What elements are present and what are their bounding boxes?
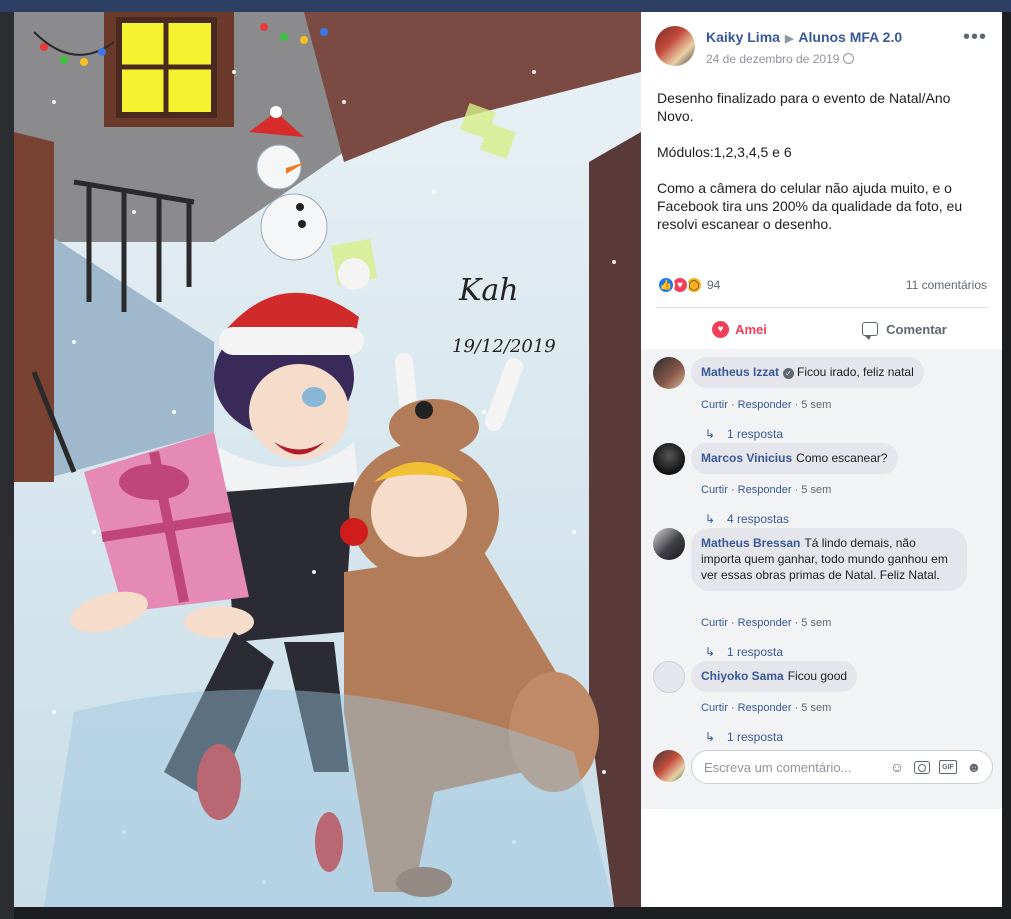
comment-bubble: Matheus Izzat ✓ Ficou irado, feliz natal (691, 357, 924, 388)
comment-input[interactable]: Escreva um comentário... ☺ GIF ☻ (691, 750, 993, 784)
post-actions: ♥ Amei Comentar (657, 313, 987, 345)
like-icon: 👍 (657, 276, 675, 294)
comment-time[interactable]: 5 sem (801, 702, 831, 714)
emoji-icon[interactable]: ☺ (889, 759, 905, 775)
separator: · (791, 399, 802, 411)
reply-arrow-icon: ↳ (705, 427, 716, 441)
like-comment-link[interactable]: Curtir (701, 484, 728, 496)
comment-composer: Escreva um comentário... ☺ GIF ☻ (653, 750, 993, 784)
like-comment-link[interactable]: Curtir (701, 702, 728, 714)
comment-bubble: Matheus Bressan Tá lindo demais, não impo… (691, 528, 967, 591)
comment-text: Ficou irado, feliz natal (797, 365, 914, 379)
more-icon[interactable]: ••• (963, 27, 987, 47)
commenter-avatar[interactable] (653, 443, 685, 475)
reply-link[interactable]: Responder (738, 702, 792, 714)
comment-label: Comentar (886, 321, 947, 337)
separator: · (727, 702, 738, 714)
replies-count: 1 resposta (727, 645, 784, 659)
sticker-icon[interactable]: ☻ (966, 759, 982, 775)
comment-time[interactable]: 5 sem (801, 484, 831, 496)
reaction-count[interactable]: 94 (707, 278, 720, 292)
post-panel: Kaiky Lima ▶ Alunos MFA 2.0 24 de dezembro… (641, 12, 1002, 907)
commenter-avatar[interactable] (653, 528, 685, 560)
comment-meta: Curtir · Responder · 5 sem (701, 399, 831, 411)
post-date[interactable]: 24 de dezembro de 2019 (706, 52, 839, 66)
comment-time[interactable]: 5 sem (801, 617, 831, 629)
commenter-name[interactable]: Marcos Vinicius (701, 451, 792, 465)
view-replies-link[interactable]: ↳ 1 resposta (705, 427, 783, 441)
view-replies-link[interactable]: ↳ 1 resposta (705, 645, 783, 659)
love-label: Amei (735, 321, 767, 337)
view-replies-link[interactable]: ↳ 4 respostas (705, 512, 789, 526)
replies-count: 1 resposta (727, 427, 784, 441)
comment-meta: Curtir · Responder · 5 sem (701, 617, 831, 629)
verified-badge-icon: ✓ (783, 368, 795, 379)
background-left (0, 12, 14, 919)
view-replies-link[interactable]: ↳ 1 resposta (705, 730, 783, 744)
reply-arrow-icon: ↳ (705, 730, 716, 744)
comment-icon (862, 322, 879, 340)
panel-footer-space (641, 809, 1002, 907)
commenter-name[interactable]: Chiyoko Sama (701, 669, 784, 683)
reply-link[interactable]: Responder (738, 399, 792, 411)
like-comment-link[interactable]: Curtir (701, 399, 728, 411)
comment-meta: Curtir · Responder · 5 sem (701, 484, 831, 496)
separator: · (791, 702, 802, 714)
post-text: Desenho finalizado para o evento de Nata… (657, 90, 963, 232)
separator: · (727, 617, 738, 629)
gif-icon[interactable]: GIF (939, 760, 957, 774)
separator: · (791, 617, 802, 629)
comment-meta: Curtir · Responder · 5 sem (701, 702, 831, 714)
replies-count: 4 respostas (727, 512, 790, 526)
commenter-avatar[interactable] (653, 661, 685, 693)
background-top-bar (0, 0, 1011, 12)
artwork-signature: Kah (458, 273, 519, 308)
author-name[interactable]: Kaiky Lima (706, 29, 780, 45)
post-author-line: Kaiky Lima ▶ Alunos MFA 2.0 (706, 29, 902, 45)
group-name[interactable]: Alunos MFA 2.0 (798, 29, 902, 45)
divider (657, 307, 987, 308)
comment-count[interactable]: 11 comentários (906, 278, 987, 292)
comment-time[interactable]: 5 sem (801, 399, 831, 411)
comment-text: Ficou good (787, 669, 848, 683)
artwork-signature-date: 19/12/2019 (452, 336, 556, 357)
globe-icon (843, 53, 855, 64)
love-icon: ♥ (712, 320, 730, 338)
replies-count: 1 resposta (727, 730, 784, 744)
camera-icon[interactable] (914, 761, 930, 774)
author-avatar[interactable] (655, 26, 695, 66)
post-header: Kaiky Lima ▶ Alunos MFA 2.0 24 de dezembro… (655, 26, 987, 70)
separator: · (727, 399, 738, 411)
commenter-avatar[interactable] (653, 357, 685, 389)
comment-bubble: Chiyoko Sama Ficou good (691, 661, 858, 692)
comment-bubble: Marcos Vinicius Como escanear? (691, 443, 898, 474)
artwork-drawing: Kah 19/12/2019 (14, 12, 641, 907)
separator: · (727, 484, 738, 496)
love-button[interactable]: ♥ Amei (657, 313, 822, 345)
current-user-avatar[interactable] (653, 750, 685, 782)
triangle-right-icon: ▶ (784, 33, 794, 45)
comment-text: Como escanear? (796, 451, 888, 465)
separator: · (791, 484, 802, 496)
comments-list: Matheus Izzat ✓ Ficou irado, feliz natal C… (641, 349, 1002, 809)
reply-link[interactable]: Responder (738, 484, 792, 496)
post-date-line: 24 de dezembro de 2019 (706, 52, 855, 66)
comment-button[interactable]: Comentar (822, 313, 987, 345)
composer-icons: ☺ GIF ☻ (889, 759, 982, 775)
reply-link[interactable]: Responder (738, 617, 792, 629)
reply-arrow-icon: ↳ (705, 512, 716, 526)
comment-input-placeholder: Escreva um comentário... (704, 760, 852, 775)
like-comment-link[interactable]: Curtir (701, 617, 728, 629)
reactions-summary[interactable]: 👍 ♥ ◯ 94 11 comentários (657, 276, 987, 296)
reply-arrow-icon: ↳ (705, 645, 716, 659)
commenter-name[interactable]: Matheus Izzat (701, 365, 779, 379)
post-photo[interactable]: Kah 19/12/2019 (14, 12, 641, 907)
commenter-name[interactable]: Matheus Bressan (701, 536, 800, 550)
